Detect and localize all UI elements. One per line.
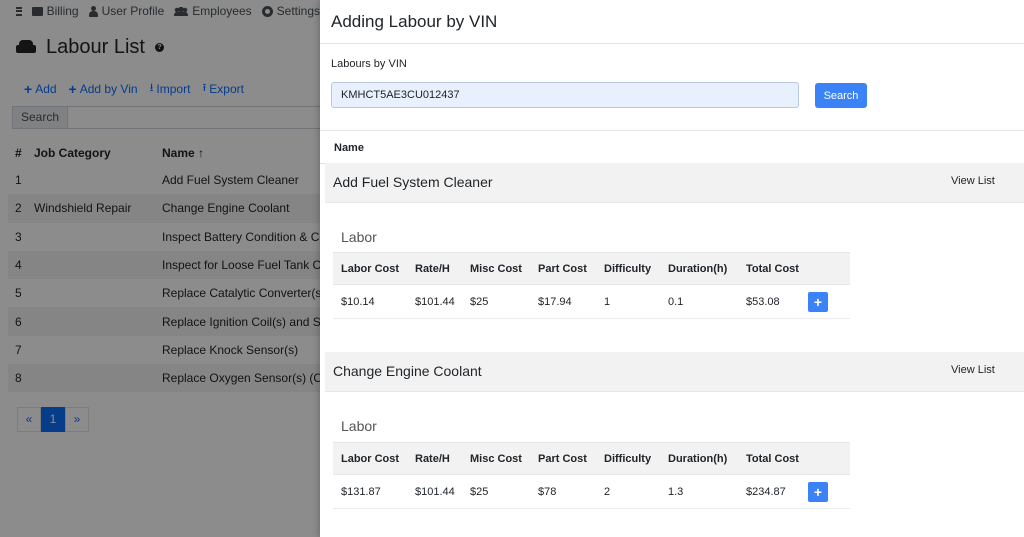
cell-difficulty: 2	[604, 485, 611, 498]
th-difficulty: Difficulty	[604, 262, 652, 275]
cell-misc: $25	[470, 295, 489, 308]
cell-labor-cost: $131.87	[341, 485, 381, 498]
labor-row: $10.14 $101.44 $25 $17.94 1 0.1 $53.08 +	[333, 285, 850, 319]
cell-misc: $25	[470, 485, 489, 498]
divider	[320, 130, 1024, 131]
add-labour-button[interactable]: +	[808, 481, 828, 502]
cell-part: $17.94	[538, 295, 572, 308]
name-column-header: Name	[334, 142, 364, 154]
view-list-link[interactable]: View List	[951, 364, 995, 376]
add-labour-by-vin-panel: Adding Labour by VIN Labours by VIN Sear…	[320, 0, 1024, 537]
th-misc: Misc Cost	[470, 262, 522, 275]
cell-total: $234.87	[746, 485, 786, 498]
search-button[interactable]: Search	[815, 83, 867, 108]
th-rate: Rate/H	[415, 262, 450, 275]
cell-duration: 1.3	[668, 485, 684, 498]
cell-duration: 0.1	[668, 295, 684, 308]
labor-row: $131.87 $101.44 $25 $78 2 1.3 $234.87 +	[333, 475, 850, 509]
view-list-link[interactable]: View List	[951, 175, 995, 187]
th-misc: Misc Cost	[470, 452, 522, 465]
cell-part: $78	[538, 485, 557, 498]
th-total: Total Cost	[746, 452, 799, 465]
labor-table-header: Labor Cost Rate/H Misc Cost Part Cost Di…	[333, 252, 850, 285]
th-labor-cost: Labor Cost	[341, 262, 400, 275]
labor-heading: Labor	[341, 418, 377, 434]
th-labor-cost: Labor Cost	[341, 452, 400, 465]
labor-heading: Labor	[341, 229, 377, 245]
labour-group-header: Change Engine Coolant View List	[325, 352, 1024, 392]
modal-backdrop[interactable]	[0, 0, 320, 537]
panel-title: Adding Labour by VIN	[331, 12, 498, 31]
labor-table-header: Labor Cost Rate/H Misc Cost Part Cost Di…	[333, 442, 850, 475]
vin-input[interactable]	[331, 82, 799, 108]
vin-label: Labours by VIN	[331, 58, 407, 70]
th-rate: Rate/H	[415, 452, 450, 465]
group-title: Add Fuel System Cleaner	[333, 174, 493, 190]
cell-rate: $101.44	[415, 295, 455, 308]
labour-group-header: Add Fuel System Cleaner View List	[325, 163, 1024, 203]
cell-difficulty: 1	[604, 295, 611, 308]
cell-rate: $101.44	[415, 485, 455, 498]
th-part: Part Cost	[538, 452, 587, 465]
th-duration: Duration(h)	[668, 452, 728, 465]
labor-table: Labor Cost Rate/H Misc Cost Part Cost Di…	[333, 252, 850, 319]
panel-header: Adding Labour by VIN	[320, 0, 1024, 44]
th-part: Part Cost	[538, 262, 587, 275]
add-labour-button[interactable]: +	[808, 291, 828, 312]
th-total: Total Cost	[746, 262, 799, 275]
th-duration: Duration(h)	[668, 262, 728, 275]
th-difficulty: Difficulty	[604, 452, 652, 465]
group-title: Change Engine Coolant	[333, 363, 482, 379]
cell-labor-cost: $10.14	[341, 295, 375, 308]
cell-total: $53.08	[746, 295, 780, 308]
labor-table: Labor Cost Rate/H Misc Cost Part Cost Di…	[333, 442, 850, 509]
